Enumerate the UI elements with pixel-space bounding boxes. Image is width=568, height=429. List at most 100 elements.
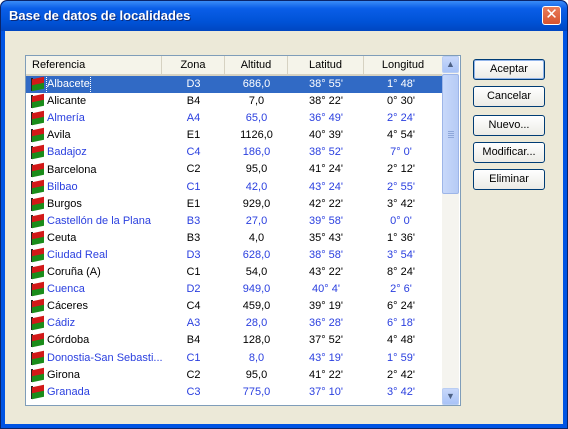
table-row[interactable]: Castellón de la Plana B3 27,0 39° 58' 0° 0': [26, 213, 442, 230]
locality-name: Granada: [47, 385, 90, 398]
cell-zona: B3: [186, 214, 201, 227]
cell-referencia: Alicante: [26, 93, 162, 110]
cell-altitud: 4,0: [248, 231, 265, 244]
cell-latitud: 38° 58': [308, 248, 344, 261]
close-button[interactable]: ✕: [542, 5, 561, 25]
spanish-flag-icon: [31, 76, 45, 92]
locality-name: Cáceres: [47, 300, 88, 313]
cell-altitud: 27,0: [245, 214, 268, 227]
table-row[interactable]: Coruña (A) C1 54,0 43° 22' 8° 24': [26, 264, 442, 281]
list-rows: Albacete D3 686,0 38° 55' 1° 48' Alicante B4 7,…: [26, 76, 442, 401]
cell-latitud: 38° 52': [308, 146, 344, 159]
locality-name: Girona: [47, 368, 81, 381]
cell-zona: A4: [186, 112, 201, 125]
spanish-flag-icon: [31, 230, 45, 246]
table-row[interactable]: Badajoz C4 186,0 38° 52' 7° 0': [26, 144, 442, 161]
table-row[interactable]: Ciudad Real D3 628,0 38° 58' 3° 54': [26, 247, 442, 264]
locality-name: Avila: [47, 129, 71, 142]
cell-altitud: 42,0: [245, 180, 268, 193]
table-row[interactable]: Ceuta B3 4,0 35° 43' 1° 36': [26, 230, 442, 247]
column-header-zona[interactable]: Zona: [162, 56, 225, 74]
scroll-down-button[interactable]: ▼: [442, 388, 459, 405]
delete-button[interactable]: Eliminar: [473, 169, 545, 190]
cell-longitud: 0° 0': [390, 214, 412, 227]
title-bar[interactable]: Base de datos de localidades ✕: [1, 1, 567, 31]
table-row[interactable]: Burgos E1 929,0 42° 22' 3° 42': [26, 196, 442, 213]
cell-latitud: 39° 58': [308, 214, 344, 227]
table-row[interactable]: Barcelona C2 95,0 41° 24' 2° 12': [26, 161, 442, 178]
cell-latitud: 40° 39': [308, 129, 344, 142]
column-header-altitud[interactable]: Altitud: [225, 56, 288, 74]
window-title: Base de datos de localidades: [9, 8, 191, 23]
cell-zona: A3: [186, 317, 201, 330]
cell-altitud: 65,0: [245, 112, 268, 125]
cell-referencia: Ciudad Real: [26, 247, 162, 264]
cell-altitud: 949,0: [242, 283, 271, 296]
table-row[interactable]: Córdoba B4 128,0 37° 52' 4° 48': [26, 332, 442, 349]
table-row[interactable]: Alicante B4 7,0 38° 22' 0° 30': [26, 93, 442, 110]
table-row[interactable]: Granada C3 775,0 37° 10' 3° 42': [26, 384, 442, 401]
table-row[interactable]: Girona C2 95,0 41° 22' 2° 42': [26, 367, 442, 384]
locality-name: Cuenca: [47, 283, 85, 296]
cell-altitud: 929,0: [242, 197, 271, 210]
locality-name: Burgos: [47, 197, 82, 210]
cell-referencia: Bilbao: [26, 179, 162, 196]
cell-referencia: Donostia-San Sebasti...: [26, 350, 162, 367]
table-row[interactable]: Donostia-San Sebasti... C1 8,0 43° 19' 1° 59…: [26, 350, 442, 367]
cell-latitud: 42° 22': [308, 197, 344, 210]
table-row[interactable]: Cádiz A3 28,0 36° 28' 6° 18': [26, 315, 442, 332]
modify-button[interactable]: Modificar...: [473, 142, 545, 163]
accept-button[interactable]: Aceptar: [473, 59, 545, 80]
scroll-up-button[interactable]: ▲: [442, 56, 459, 73]
spanish-flag-icon: [31, 350, 45, 365]
cell-longitud: 3° 42': [387, 197, 415, 210]
cancel-button[interactable]: Cancelar: [473, 86, 545, 107]
locality-name: Ciudad Real: [47, 248, 108, 261]
cell-referencia: Burgos: [26, 196, 162, 213]
vertical-scrollbar[interactable]: ▲ ▼: [442, 56, 459, 405]
dialog-body: Referencia Zona Altitud Latitud Longitud…: [5, 31, 563, 424]
cell-latitud: 38° 22': [308, 95, 344, 108]
cell-referencia: Albacete: [26, 76, 162, 94]
cell-zona: C1: [186, 351, 201, 364]
list-header: Referencia Zona Altitud Latitud Longitud: [26, 56, 442, 76]
table-row[interactable]: Albacete D3 686,0 38° 55' 1° 48': [26, 76, 442, 94]
cell-zona: C4: [186, 300, 201, 313]
cell-zona: C1: [186, 180, 201, 193]
cell-latitud: 35° 43': [308, 231, 344, 244]
cell-altitud: 186,0: [242, 146, 271, 159]
cell-latitud: 43° 19': [308, 351, 344, 364]
column-header-latitud[interactable]: Latitud: [288, 56, 364, 74]
spanish-flag-icon: [31, 264, 45, 280]
cell-longitud: 3° 54': [387, 248, 415, 261]
cell-referencia: Avila: [26, 127, 162, 144]
cell-latitud: 37° 10': [308, 385, 344, 398]
locality-name: Ceuta: [47, 231, 77, 244]
table-row[interactable]: Almería A4 65,0 36° 49' 2° 24': [26, 110, 442, 127]
localities-list: Referencia Zona Altitud Latitud Longitud…: [25, 55, 461, 406]
cell-longitud: 6° 18': [387, 317, 415, 330]
cell-altitud: 775,0: [242, 385, 271, 398]
spanish-flag-icon: [31, 110, 45, 126]
locality-name: Castellón de la Plana: [47, 214, 151, 227]
table-row[interactable]: Cuenca D2 949,0 40° 4' 2° 6': [26, 281, 442, 298]
cell-referencia: Girona: [26, 367, 162, 384]
cell-referencia: Almería: [26, 110, 162, 127]
column-header-referencia[interactable]: Referencia: [26, 56, 162, 74]
cell-zona: C3: [186, 385, 201, 398]
scroll-thumb[interactable]: [442, 74, 459, 194]
new-button[interactable]: Nuevo...: [473, 115, 545, 136]
cell-longitud: 0° 30': [387, 95, 415, 108]
locality-name: Badajoz: [47, 146, 87, 159]
cell-altitud: 95,0: [245, 368, 268, 381]
table-row[interactable]: Cáceres C4 459,0 39° 19' 6° 24': [26, 298, 442, 315]
column-header-longitud[interactable]: Longitud: [364, 56, 442, 74]
cell-latitud: 36° 49': [308, 112, 344, 125]
table-row[interactable]: Avila E1 1126,0 40° 39' 4° 54': [26, 127, 442, 144]
cell-referencia: Coruña (A): [26, 264, 162, 281]
cell-zona: B4: [186, 334, 201, 347]
locality-name: Donostia-San Sebasti...: [47, 351, 162, 364]
cell-altitud: 686,0: [242, 78, 271, 90]
table-row[interactable]: Bilbao C1 42,0 43° 24' 2° 55': [26, 179, 442, 196]
cell-zona: E1: [186, 129, 201, 142]
